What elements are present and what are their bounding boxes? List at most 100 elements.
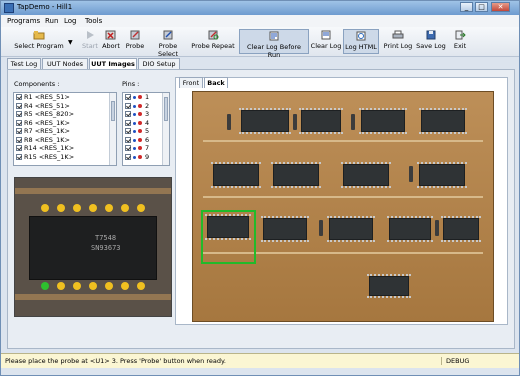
printer-icon bbox=[392, 30, 404, 39]
html-log-icon bbox=[356, 31, 366, 41]
save-log-button[interactable]: Save Log bbox=[415, 29, 447, 54]
chip[interactable] bbox=[261, 216, 309, 242]
checkbox[interactable] bbox=[16, 119, 22, 126]
pin-marker[interactable] bbox=[137, 204, 145, 212]
pins-list[interactable]: 1 2 3 4 5 6 7 9 bbox=[122, 92, 170, 166]
close-button[interactable]: ✕ bbox=[491, 2, 510, 12]
tab-back[interactable]: Back bbox=[204, 77, 228, 88]
chip[interactable] bbox=[239, 108, 291, 134]
probe-repeat-button[interactable]: Probe Repeat bbox=[191, 29, 235, 54]
dropdown-arrow-icon[interactable]: ▼ bbox=[68, 39, 73, 46]
start-button[interactable]: Start bbox=[79, 29, 101, 54]
pin-marker[interactable] bbox=[41, 204, 49, 212]
board-view-panel: Front Back bbox=[175, 77, 508, 325]
chip[interactable] bbox=[387, 216, 433, 242]
maximize-button[interactable]: □ bbox=[475, 2, 488, 12]
list-item[interactable]: R5 <RES_820> bbox=[14, 110, 116, 119]
component-zoom-view: T7548 SN93673 bbox=[14, 177, 172, 317]
minimize-button[interactable]: _ bbox=[460, 2, 473, 12]
scroll-thumb[interactable] bbox=[111, 101, 115, 121]
print-log-button[interactable]: Print Log bbox=[382, 29, 414, 54]
probe-button[interactable]: Probe bbox=[124, 29, 146, 54]
checkbox[interactable] bbox=[125, 111, 131, 117]
components-scrollbar[interactable] bbox=[109, 93, 116, 165]
abort-button[interactable]: Abort bbox=[100, 29, 122, 54]
menu-tools[interactable]: Tools bbox=[85, 17, 102, 25]
checkbox[interactable] bbox=[125, 128, 131, 134]
exit-icon bbox=[455, 30, 466, 40]
tab-uut-nodes[interactable]: UUT Nodes bbox=[42, 58, 88, 69]
log-html-toggle[interactable]: Log HTML bbox=[343, 29, 379, 54]
tab-test-log[interactable]: Test Log bbox=[7, 58, 41, 69]
tab-dio-setup[interactable]: DIO Setup bbox=[138, 58, 180, 69]
chip[interactable] bbox=[367, 274, 411, 298]
pin-marker[interactable] bbox=[73, 282, 81, 290]
pcb-image[interactable] bbox=[192, 91, 494, 322]
chip[interactable] bbox=[271, 162, 321, 188]
save-log-label: Save Log bbox=[416, 42, 446, 50]
chip[interactable] bbox=[441, 216, 481, 242]
list-item[interactable]: R7 <RES_1K> bbox=[14, 127, 116, 136]
chip[interactable] bbox=[419, 108, 467, 134]
checkbox[interactable] bbox=[16, 102, 22, 109]
components-list[interactable]: R1 <RES_51> R4 <RES_51> R5 <RES_820> R6 … bbox=[13, 92, 117, 166]
checkbox[interactable] bbox=[125, 153, 131, 160]
tab-front[interactable]: Front bbox=[179, 77, 203, 88]
select-program-button[interactable]: Select Program bbox=[9, 29, 69, 54]
pin-marker[interactable] bbox=[105, 204, 113, 212]
window-title: TapDemo - Hill1 bbox=[17, 3, 73, 11]
clear-log-button[interactable]: Clear Log bbox=[310, 29, 342, 54]
chip[interactable] bbox=[359, 108, 407, 134]
list-item[interactable]: R1 <RES_51> bbox=[14, 93, 116, 102]
menu-run[interactable]: Run bbox=[45, 17, 58, 25]
pin-status-icon bbox=[133, 112, 143, 116]
title-bar: TapDemo - Hill1 _ □ ✕ bbox=[1, 1, 519, 15]
components-label: Components : bbox=[14, 80, 60, 88]
scroll-thumb[interactable] bbox=[164, 97, 168, 121]
chip[interactable] bbox=[299, 108, 343, 134]
active-pin-marker[interactable] bbox=[41, 282, 49, 290]
list-item[interactable]: R4 <RES_51> bbox=[14, 102, 116, 111]
list-item[interactable]: R14 <RES_1K> bbox=[14, 144, 116, 153]
chip[interactable] bbox=[327, 216, 375, 242]
pin-marker[interactable] bbox=[73, 204, 81, 212]
chip[interactable] bbox=[341, 162, 391, 188]
list-item[interactable]: R6 <RES_1K> bbox=[14, 119, 116, 128]
probe-label: Probe bbox=[125, 42, 145, 50]
chip[interactable] bbox=[417, 162, 467, 188]
probe-select-button[interactable]: Probe Select bbox=[148, 29, 188, 58]
checkbox[interactable] bbox=[16, 153, 22, 160]
exit-label: Exit bbox=[453, 42, 467, 50]
checkbox[interactable] bbox=[16, 145, 22, 151]
checkbox[interactable] bbox=[16, 128, 22, 134]
pins-scrollbar[interactable] bbox=[162, 93, 169, 165]
clear-log-before-run-toggle[interactable]: Clear Log Before Run bbox=[239, 29, 309, 59]
chip[interactable] bbox=[211, 162, 261, 188]
checkbox[interactable] bbox=[125, 136, 131, 143]
selected-component-highlight bbox=[201, 210, 256, 264]
checkbox[interactable] bbox=[16, 94, 22, 100]
checkbox[interactable] bbox=[125, 145, 131, 151]
pin-marker[interactable] bbox=[121, 204, 129, 212]
checkbox[interactable] bbox=[125, 102, 131, 109]
pin-marker[interactable] bbox=[137, 282, 145, 290]
play-icon bbox=[87, 31, 94, 39]
checkbox[interactable] bbox=[125, 119, 131, 126]
pin-marker[interactable] bbox=[57, 282, 65, 290]
pin-marker[interactable] bbox=[57, 204, 65, 212]
list-item[interactable]: R8 <RES_1K> bbox=[14, 136, 116, 145]
menu-programs[interactable]: Programs bbox=[7, 17, 40, 25]
pin-marker[interactable] bbox=[89, 282, 97, 290]
start-label: Start bbox=[82, 42, 98, 50]
pin-marker[interactable] bbox=[89, 204, 97, 212]
checkbox[interactable] bbox=[16, 111, 22, 117]
pin-marker[interactable] bbox=[121, 282, 129, 290]
checkbox[interactable] bbox=[16, 136, 22, 143]
clear-log-label: Clear Log bbox=[310, 42, 342, 50]
list-item[interactable]: R15 <RES_1K> bbox=[14, 153, 116, 162]
exit-button[interactable]: Exit bbox=[451, 29, 469, 54]
checkbox[interactable] bbox=[125, 94, 131, 100]
pin-status-icon bbox=[133, 137, 143, 142]
pin-marker[interactable] bbox=[105, 282, 113, 290]
menu-log[interactable]: Log bbox=[64, 17, 77, 25]
